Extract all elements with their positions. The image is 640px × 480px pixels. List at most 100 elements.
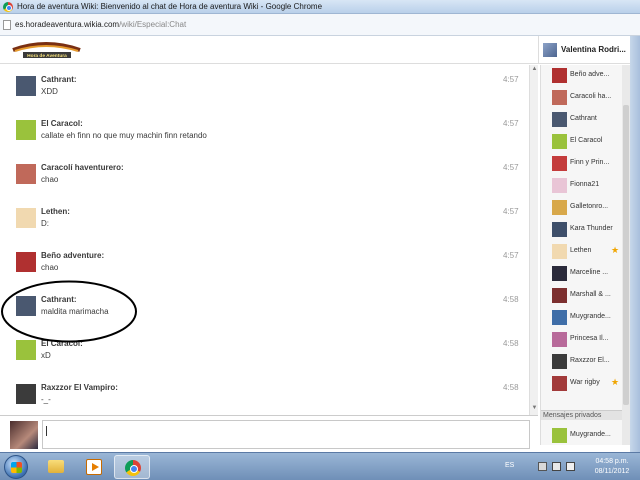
scroll-down-icon[interactable]: ▼ [531, 405, 538, 412]
url-domain: es.horadeaventura.wikia.com [15, 20, 120, 29]
user-list-name: Princesa Il... [570, 335, 609, 342]
user-avatar [552, 90, 567, 105]
user-list-item[interactable]: Princesa Il... [541, 329, 623, 351]
private-user-item[interactable]: Muygrande... [541, 425, 623, 447]
star-icon: ★ [611, 377, 620, 387]
message-time: 4:57 [503, 75, 519, 84]
chat-message: Lethen: D: 4:57 [10, 197, 528, 241]
chrome-icon [125, 460, 141, 476]
user-list-name: War rigby [570, 379, 600, 386]
taskbar-chrome[interactable] [114, 455, 150, 479]
user-list-name: Muygrande... [570, 313, 611, 320]
user-avatar [552, 156, 567, 171]
message-author[interactable]: Beño adventure: [41, 251, 104, 260]
clock-date: 08/11/2012 [594, 468, 630, 475]
user-avatar [552, 134, 567, 149]
message-author[interactable]: Raxzzor El Vampiro: [41, 383, 118, 392]
folder-icon [48, 460, 64, 473]
scroll-thumb[interactable] [623, 105, 629, 405]
message-text: chao [41, 175, 59, 184]
blonde-avatar[interactable] [16, 208, 36, 228]
chat-scrollbar[interactable]: ▲ ▼ [529, 65, 538, 415]
user-list: Mensajes privados Beño adve... Caracoli h… [540, 65, 623, 447]
snail-avatar[interactable] [16, 340, 36, 360]
chat-message: Beño adventure: chao 4:57 [10, 241, 528, 285]
message-author[interactable]: Caracolí haventurero: [41, 163, 124, 172]
user-list-item[interactable]: Muygrande... [541, 307, 623, 329]
user-list-name: Raxzzor El... [570, 357, 610, 364]
user-list-name: Kara Thunder [570, 225, 613, 232]
user-list-item[interactable]: Beño adve... [541, 65, 623, 87]
message-text: chao [41, 263, 59, 272]
message-text: -_- [41, 395, 51, 404]
address-bar[interactable]: es.horadeaventura.wikia.com/wiki/Especia… [0, 14, 640, 36]
wiki-logo[interactable]: Hora de Aventura [9, 40, 84, 60]
scroll-up-icon[interactable]: ▲ [531, 66, 538, 73]
user-list-item[interactable]: Fionna21 [541, 175, 623, 197]
user-avatar [552, 266, 567, 281]
user-list-item[interactable]: Marshall & ... [541, 285, 623, 307]
chrome-icon [3, 2, 13, 12]
message-time: 4:57 [503, 251, 519, 260]
user-list-name: Finn y Prin... [570, 159, 610, 166]
red-character-avatar[interactable] [16, 252, 36, 272]
private-messages-label: Mensajes privados [543, 412, 602, 419]
volume-icon[interactable] [566, 462, 575, 471]
title-bar: Hora de aventura Wiki: Bienvenido al cha… [0, 0, 640, 14]
start-button[interactable] [4, 455, 28, 479]
user-list-item[interactable]: Finn y Prin... [541, 153, 623, 175]
action-center-icon[interactable] [538, 462, 547, 471]
message-time: 4:57 [503, 119, 519, 128]
user-avatar [552, 288, 567, 303]
message-input[interactable] [42, 420, 530, 449]
taskbar-explorer[interactable] [38, 455, 74, 479]
user-list-item[interactable]: El Caracol [541, 131, 623, 153]
user-list-name: Marceline ... [570, 269, 609, 276]
user-avatar [552, 376, 567, 391]
user-list-scrollbar[interactable] [622, 65, 630, 445]
message-time: 4:58 [503, 295, 519, 304]
text-caret [46, 426, 47, 436]
user-list-item[interactable]: Cathrant [541, 109, 623, 131]
message-time: 4:57 [503, 163, 519, 172]
sphere-avatar[interactable] [16, 164, 36, 184]
message-author[interactable]: El Caracol: [41, 119, 83, 128]
network-icon[interactable] [552, 462, 561, 471]
snail-avatar[interactable] [16, 120, 36, 140]
language-indicator[interactable]: ES [505, 462, 514, 469]
clock[interactable]: 04:58 p.m. 08/11/2012 [586, 457, 638, 477]
user-list-name: Fionna21 [570, 181, 600, 188]
clock-time: 04:58 p.m. [595, 458, 629, 465]
user-avatar [552, 332, 567, 347]
circle-annotation [1, 280, 137, 343]
taskbar: ES 04:58 p.m. 08/11/2012 [0, 452, 640, 480]
url-field[interactable]: es.horadeaventura.wikia.com/wiki/Especia… [15, 20, 186, 29]
user-list-name: Marshall & ... [570, 291, 611, 298]
user-list-name: Lethen [570, 247, 592, 254]
taskbar-media-player[interactable] [76, 455, 112, 479]
user-avatar [552, 112, 567, 127]
windows-icon [11, 462, 22, 473]
user-menu[interactable]: Valentina Rodri... [538, 36, 630, 64]
dark-silhouette-avatar[interactable] [16, 76, 36, 96]
user-list-item[interactable]: Lethen ★ [541, 241, 623, 263]
user-list-item[interactable]: Kara Thunder [541, 219, 623, 241]
user-avatar [552, 222, 567, 237]
message-author[interactable]: Lethen: [41, 207, 70, 216]
user-list-item[interactable]: War rigby ★ [541, 373, 623, 395]
user-list-item[interactable]: Galletonro... [541, 197, 623, 219]
chat-message: Caracolí haventurero: chao 4:57 [10, 153, 528, 197]
private-user-name: Muygrande... [570, 431, 611, 438]
chat-message: El Caracol: callate eh finn no que muy ma… [10, 109, 528, 153]
user-list-item[interactable]: Raxzzor El... [541, 351, 623, 373]
user-list-item[interactable]: Marceline ... [541, 263, 623, 285]
private-messages-header: Mensajes privados [541, 410, 623, 420]
message-input-bar [0, 415, 538, 452]
message-author[interactable]: Cathrant: [41, 75, 77, 84]
page-icon [3, 20, 11, 30]
user-avatar [552, 310, 567, 325]
url-path: /wiki/Especial:Chat [119, 20, 187, 29]
user-list-item[interactable]: Caracoli ha... [541, 87, 623, 109]
vampire-avatar[interactable] [16, 384, 36, 404]
message-time: 4:58 [503, 383, 519, 392]
